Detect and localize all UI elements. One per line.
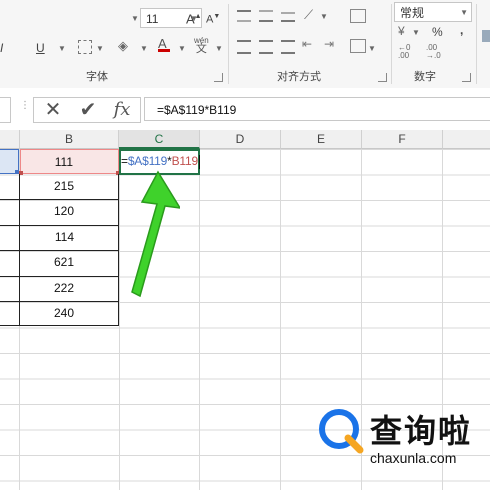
percent-button[interactable]: % xyxy=(432,24,443,40)
chevron-down-icon: ▼ xyxy=(215,44,223,53)
chevron-down-icon: ▼ xyxy=(412,28,420,37)
shrink-font-icon[interactable]: A▼ xyxy=(206,9,220,28)
column-header-c[interactable]: C xyxy=(119,130,200,149)
table-border xyxy=(19,250,119,251)
group-label-number: 数字 xyxy=(414,71,436,83)
gridline xyxy=(280,149,281,490)
underline-button[interactable]: U xyxy=(36,40,45,56)
align-bottom-icon[interactable] xyxy=(281,12,295,22)
divider xyxy=(391,4,392,84)
font-size-value: 11 xyxy=(146,12,159,26)
column-header-b[interactable]: B xyxy=(20,130,119,149)
dialog-launcher-icon[interactable] xyxy=(462,73,471,82)
corner-select-all[interactable] xyxy=(0,130,20,149)
cancel-button[interactable]: ✕ xyxy=(37,98,69,122)
divider xyxy=(476,4,477,84)
column-header-f[interactable]: F xyxy=(362,130,443,149)
increase-decimal-icon[interactable]: ←0.00 xyxy=(398,44,410,60)
dialog-launcher-icon[interactable] xyxy=(378,73,387,82)
italic-button-partial[interactable]: I xyxy=(0,40,3,56)
number-format-box[interactable]: 常规 ▼ xyxy=(394,2,472,22)
chevron-down-icon: ▼ xyxy=(320,12,328,21)
text-cursor xyxy=(198,154,200,169)
formula-bar-grip: ⋮ xyxy=(20,100,30,111)
table-border xyxy=(19,199,119,200)
align-middle-icon[interactable] xyxy=(259,10,273,22)
align-center-icon[interactable] xyxy=(259,40,273,54)
comma-button[interactable]: , xyxy=(460,22,463,38)
formula-buttons: ✕ ✔ fx xyxy=(33,97,141,123)
watermark-title: 查询啦 xyxy=(370,413,473,449)
table-border xyxy=(0,250,19,251)
group-label-alignment: 对齐方式 xyxy=(277,71,321,83)
orientation-icon[interactable]: ⟋ xyxy=(304,7,313,23)
watermark: 查询啦 chaxunla.com xyxy=(318,402,490,474)
fill-color-icon[interactable]: ◈ xyxy=(118,38,128,54)
cell-b[interactable]: 111 xyxy=(20,149,119,174)
column-header-g-partial[interactable] xyxy=(443,130,490,149)
chevron-down-icon: ▼ xyxy=(140,44,148,53)
table-border xyxy=(0,325,19,326)
phonetic-button[interactable]: wén 文 xyxy=(194,36,209,55)
decrease-indent-icon[interactable]: ⇤ xyxy=(302,37,312,51)
merge-center-icon[interactable] xyxy=(350,39,366,53)
name-box[interactable] xyxy=(0,97,11,123)
table-border xyxy=(19,225,119,226)
table-border xyxy=(0,276,19,277)
conditional-format-icon-partial[interactable] xyxy=(482,30,490,42)
enter-button[interactable]: ✔ xyxy=(72,98,104,122)
table-border xyxy=(0,199,19,200)
table-border xyxy=(19,276,119,277)
table-border xyxy=(19,301,119,302)
watermark-url: chaxunla.com xyxy=(370,450,457,466)
chevron-down-icon: ▼ xyxy=(58,44,66,53)
font-color-icon[interactable]: A xyxy=(158,36,170,52)
divider xyxy=(228,4,229,84)
column-header-d[interactable]: D xyxy=(200,130,281,149)
formula-input[interactable]: =$A$119*B119 xyxy=(144,97,490,121)
chevron-down-icon: ▼ xyxy=(178,44,186,53)
increase-indent-icon[interactable]: ⇥ xyxy=(324,37,334,51)
magnifier-logo-icon xyxy=(319,409,364,454)
currency-icon[interactable]: ¥ xyxy=(398,24,405,38)
table-border xyxy=(0,301,19,302)
arrow-icon xyxy=(131,170,180,298)
align-right-icon[interactable] xyxy=(281,40,295,54)
dialog-launcher-icon[interactable] xyxy=(214,73,223,82)
table-border xyxy=(0,225,19,226)
ribbon: 11 ▼ A▲ A▼ ▼ I U ▼ ▼ ◈ ▼ A ▼ wén 文 ▼ 字体 … xyxy=(0,0,490,89)
border-icon[interactable] xyxy=(78,40,92,54)
wrap-text-icon[interactable] xyxy=(350,9,366,23)
chevron-down-icon: ▼ xyxy=(96,44,104,53)
align-left-icon[interactable] xyxy=(237,40,251,54)
number-format-value: 常规 xyxy=(400,6,425,20)
column-header-e[interactable]: E xyxy=(281,130,362,149)
align-top-icon[interactable] xyxy=(237,10,251,22)
phonetic-char: 文 xyxy=(195,43,207,55)
group-label-font: 字体 xyxy=(86,71,108,83)
grow-font-icon[interactable]: A▲ xyxy=(186,9,202,27)
chevron-down-icon: ▼ xyxy=(460,8,468,17)
insert-function-button[interactable]: fx xyxy=(106,98,138,122)
chevron-down-icon: ▼ xyxy=(131,14,139,23)
chevron-down-icon: ▼ xyxy=(368,44,376,53)
gridline xyxy=(199,149,200,490)
decrease-decimal-icon[interactable]: .00 →.0 xyxy=(426,44,441,60)
